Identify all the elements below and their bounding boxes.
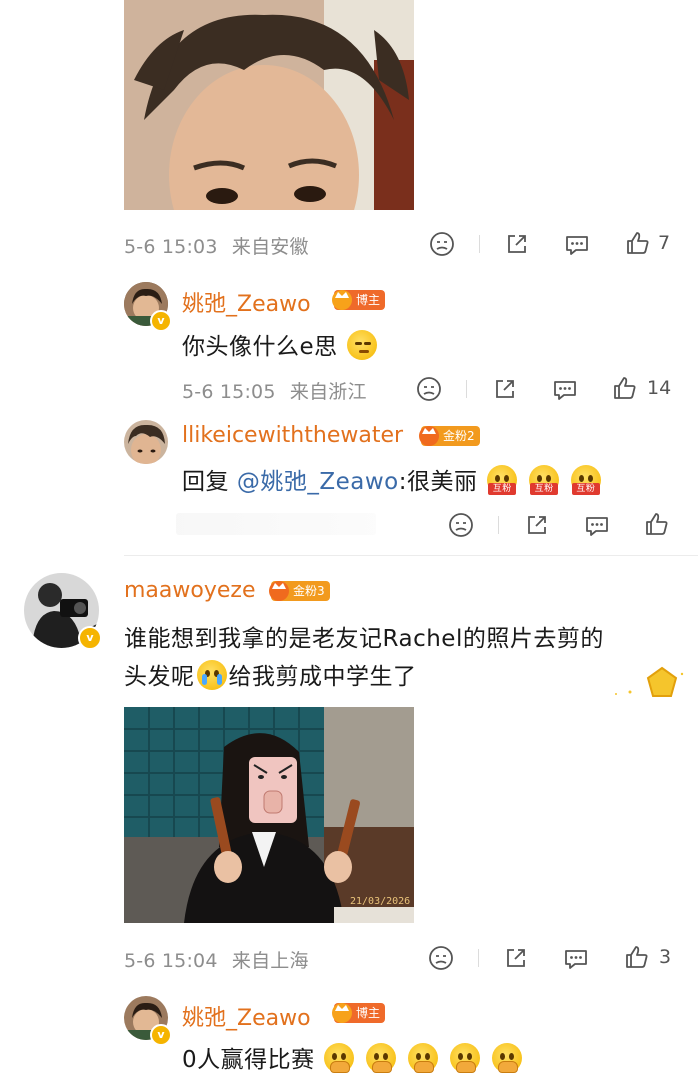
host-badge-label: 博主	[356, 293, 381, 307]
like-icon[interactable]	[625, 230, 651, 256]
smirk-emoji-icon	[347, 330, 378, 360]
dislike-icon[interactable]	[428, 945, 454, 971]
mutual-follow-emoji-icon: 互粉	[529, 465, 560, 495]
comment-meta: 5-6 15:03 来自安徽	[124, 232, 309, 259]
verified-badge-icon: v	[78, 626, 102, 650]
separator	[466, 380, 467, 398]
share-icon[interactable]	[492, 376, 518, 402]
photo-date-stamp: 21/03/2026	[350, 896, 410, 907]
comment-icon[interactable]	[564, 232, 590, 258]
comment-location: 来自安徽	[231, 236, 309, 258]
comment-text-line: 谁能想到我拿的是老友记Rachel的照片去剪的	[124, 626, 604, 652]
separator	[498, 516, 499, 534]
share-icon[interactable]	[504, 231, 530, 257]
reply-username[interactable]: llikeicewiththewater	[182, 423, 403, 448]
host-badge: 博主	[332, 1003, 386, 1023]
comment-time: 5-6 15:04	[124, 950, 218, 972]
comment-username[interactable]: maawoyeze	[124, 578, 255, 603]
mutual-follow-emoji-icon: 互粉	[570, 465, 601, 495]
golden-pentagon-icon	[615, 666, 684, 697]
reply-location: 来自浙江	[289, 381, 367, 403]
like-icon[interactable]	[624, 944, 650, 970]
pleading-emoji-icon	[366, 1043, 397, 1073]
host-badge-label: 博主	[356, 1006, 381, 1020]
share-icon[interactable]	[503, 945, 529, 971]
dislike-icon[interactable]	[448, 512, 474, 538]
like-count: 3	[659, 946, 672, 968]
pleading-emoji-icon	[449, 1043, 480, 1073]
like-icon[interactable]	[612, 375, 638, 401]
reply-text: 你头像什么e思	[182, 327, 379, 361]
crown-icon	[269, 581, 289, 601]
pleading-emoji-icon	[491, 1043, 522, 1073]
comment-icon[interactable]	[584, 513, 610, 539]
verified-badge-icon: v	[150, 1024, 172, 1046]
reply-meta: 5-6 15:05 来自浙江	[182, 377, 367, 404]
reply-prefix: 回复	[182, 469, 229, 495]
separator	[478, 949, 479, 967]
reply-text: 0人赢得比赛	[182, 1040, 524, 1074]
portrait-image: 21/03/2026	[124, 707, 414, 923]
fan-badge-label: 金粉3	[293, 584, 325, 598]
mention-link[interactable]: @姚弛_Zeawo	[237, 469, 399, 495]
reply-username[interactable]: 姚弛_Zeawo	[182, 286, 311, 318]
reply-text-content: 0人赢得比赛	[182, 1047, 315, 1073]
fan-badge: 金粉2	[419, 426, 480, 446]
crown-icon	[332, 1003, 352, 1023]
avatar[interactable]	[124, 420, 168, 464]
dislike-icon[interactable]	[429, 231, 455, 257]
reply-time: 5-6 15:05	[182, 381, 276, 403]
crown-icon	[419, 426, 439, 446]
comment-time: 5-6 15:03	[124, 236, 218, 258]
reply-text-content: :很美丽	[398, 469, 478, 495]
comment-meta: 5-6 15:04 来自上海	[124, 946, 309, 973]
crying-emoji-icon	[196, 660, 227, 690]
avatar-image	[124, 420, 168, 464]
dislike-icon[interactable]	[416, 376, 442, 402]
like-count: 7	[658, 232, 671, 254]
separator	[479, 235, 480, 253]
share-icon[interactable]	[524, 512, 550, 538]
host-badge: 博主	[332, 290, 386, 310]
comment-icon[interactable]	[552, 377, 578, 403]
selfie-image	[124, 0, 414, 210]
comment-photo[interactable]: 21/03/2026	[124, 707, 414, 923]
fan-badge-label: 金粉2	[443, 429, 475, 443]
comment-icon[interactable]	[563, 946, 589, 972]
crown-icon	[332, 290, 352, 310]
like-icon[interactable]	[644, 511, 670, 537]
comment-text-content: 头发呢	[124, 664, 195, 690]
like-count: 14	[647, 377, 672, 399]
reply-text-content: 你头像什么e思	[182, 334, 338, 360]
comment-location: 来自上海	[231, 950, 309, 972]
reply-text: 回复 @姚弛_Zeawo:很美丽 互粉 互粉 互粉	[182, 462, 603, 496]
mutual-follow-emoji-icon: 互粉	[487, 465, 518, 495]
comment-text-line: 头发呢 给我剪成中学生了	[124, 657, 417, 691]
pleading-emoji-icon	[324, 1043, 355, 1073]
comment-photo[interactable]	[124, 0, 414, 210]
fan-badge: 金粉3	[269, 581, 330, 601]
reply-username[interactable]: 姚弛_Zeawo	[182, 1000, 311, 1032]
pleading-emoji-icon	[408, 1043, 439, 1073]
faded-meta	[176, 513, 376, 535]
comment-text-content: 给我剪成中学生了	[228, 664, 417, 690]
comment-divider	[124, 555, 698, 556]
verified-badge-icon: v	[150, 310, 172, 332]
